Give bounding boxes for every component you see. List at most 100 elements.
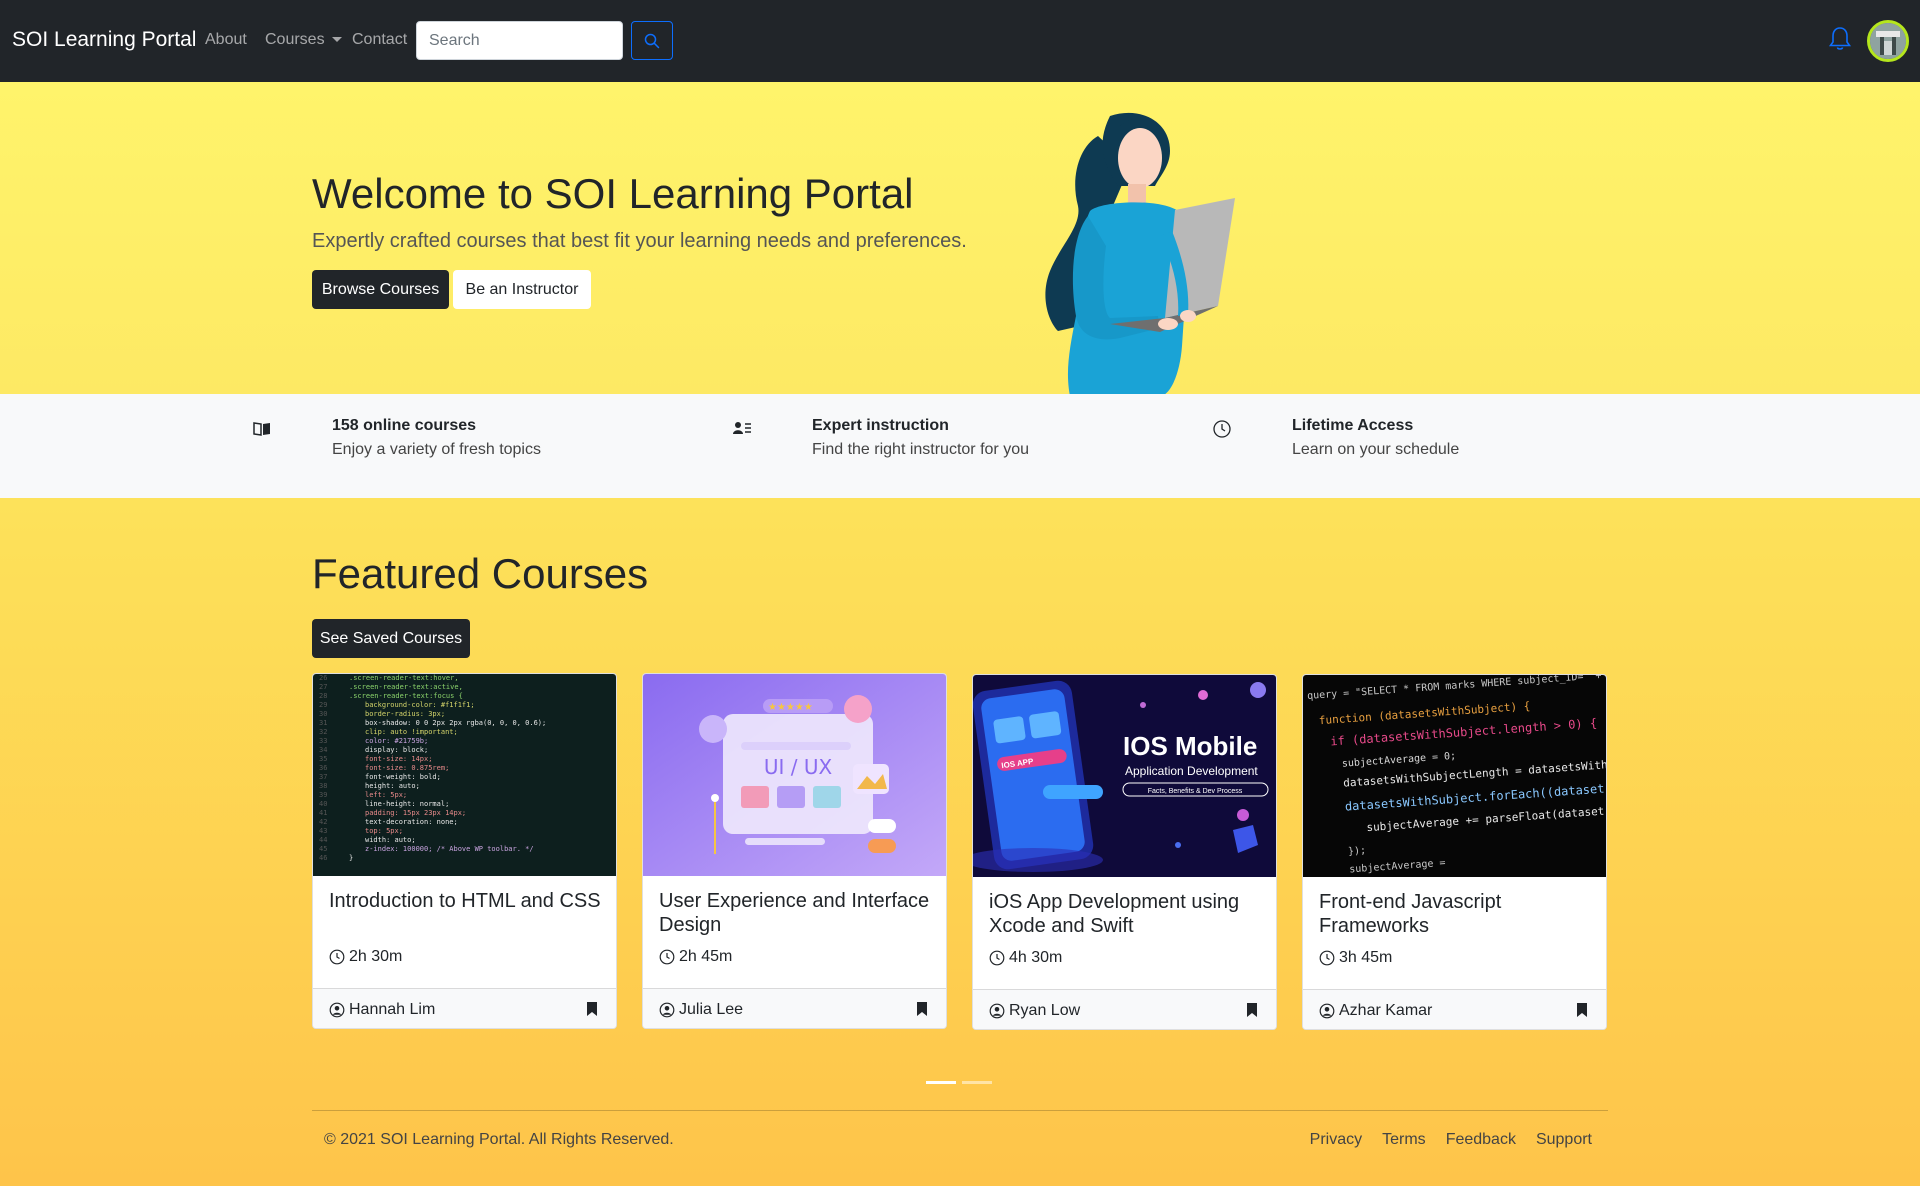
footer-links: Privacy Terms Feedback Support (1310, 1131, 1608, 1149)
course-thumbnail: 26 .screen-reader-text:hover, 27 .screen-r… (313, 674, 616, 876)
svg-text:width: auto;: width: auto; (365, 836, 416, 844)
svg-text:36: 36 (319, 764, 327, 772)
svg-text:font-weight: bold;: font-weight: bold; (365, 773, 441, 781)
avatar[interactable] (1867, 20, 1909, 62)
course-card[interactable]: IOS APP IOS Mobile Application Developme… (972, 674, 1277, 1030)
svg-text:27: 27 (319, 683, 327, 691)
clock-icon (1319, 950, 1335, 966)
svg-text:padding: 15px 23px 14px;: padding: 15px 23px 14px; (365, 809, 466, 817)
course-title[interactable]: User Experience and Interface Design (659, 889, 934, 937)
svg-text:box-shadow: 0 0 2px 2px rgba(0: box-shadow: 0 0 2px 2px rgba(0, 0, 0, 0.… (365, 719, 546, 727)
footer-link-privacy[interactable]: Privacy (1310, 1131, 1362, 1149)
feature-title: Lifetime Access (1292, 417, 1414, 434)
woman-laptop-illustration (1045, 112, 1235, 396)
card-footer: Hannah Lim (313, 988, 616, 1028)
course-card[interactable]: 26 .screen-reader-text:hover, 27 .screen-r… (312, 673, 617, 1029)
svg-text:font-size: 0.875rem;: font-size: 0.875rem; (365, 764, 449, 772)
svg-text:★★★★★: ★★★★★ (768, 702, 813, 713)
bell-icon[interactable] (1828, 26, 1852, 52)
thumb-text: UI / UX (764, 755, 833, 779)
be-instructor-button[interactable]: Be an Instructor (453, 270, 591, 309)
course-title[interactable]: Front-end Javascript Frameworks (1319, 890, 1594, 938)
svg-text:.screen-reader-text:focus {: .screen-reader-text:focus { (349, 692, 463, 700)
course-instructor: Julia Lee (659, 1001, 743, 1019)
feature-desc: Find the right instructor for you (812, 441, 1029, 458)
course-card[interactable]: query = "SELECT * FROM marks WHERE subje… (1302, 674, 1607, 1030)
brand-logo[interactable]: SOI Learning Portal (12, 28, 196, 52)
carousel-indicators (926, 1081, 992, 1084)
svg-text:});: }); (1348, 845, 1367, 857)
course-duration-text: 3h 45m (1339, 949, 1393, 966)
avatar-image (1870, 23, 1906, 59)
instructor-name: Julia Lee (679, 1000, 744, 1018)
footer-link-terms[interactable]: Terms (1382, 1131, 1426, 1149)
person-circle-icon (989, 1003, 1005, 1018)
course-duration: 4h 30m (989, 949, 1062, 967)
svg-text:font-size: 14px;: font-size: 14px; (365, 755, 432, 763)
svg-text:33: 33 (319, 737, 327, 745)
footer-link-feedback[interactable]: Feedback (1446, 1131, 1516, 1149)
svg-text:37: 37 (319, 773, 327, 781)
footer-link-support[interactable]: Support (1536, 1131, 1592, 1149)
clock-icon (659, 949, 675, 965)
feature-desc: Learn on your schedule (1292, 441, 1460, 458)
course-instructor: Hannah Lim (329, 1001, 435, 1019)
course-thumbnail: ★★★★★ UI / UX (643, 674, 946, 876)
course-card[interactable]: ★★★★★ UI / UX User Experience and Interf… (642, 673, 947, 1029)
svg-text:text-decoration: none;: text-decoration: none; (365, 818, 458, 826)
chevron-down-icon (331, 37, 342, 43)
course-instructor: Ryan Low (989, 1002, 1080, 1020)
svg-text:z-index: 100000; /* Above WP t: z-index: 100000; /* Above WP toolbar. */ (365, 845, 534, 853)
svg-text:height: auto;: height: auto; (365, 782, 420, 790)
card-footer: Julia Lee (643, 988, 946, 1028)
svg-text:.screen-reader-text:hover,: .screen-reader-text:hover, (349, 674, 459, 682)
search-button[interactable] (631, 21, 673, 60)
footer-divider (312, 1110, 1608, 1111)
svg-text:30: 30 (319, 710, 327, 718)
thumb-subtitle: Application Development (1125, 764, 1258, 778)
svg-text:background-color: #f1f1f1;: background-color: #f1f1f1; (365, 701, 475, 709)
features-strip: 158 online courses Enjoy a variety of fr… (0, 394, 1920, 498)
navbar: SOI Learning Portal About Courses Contac… (0, 0, 1920, 82)
search-icon (644, 33, 660, 48)
book-icon (253, 422, 270, 436)
nav-courses-label: Courses (265, 31, 325, 48)
svg-text:46: 46 (319, 854, 327, 862)
svg-text:32: 32 (319, 728, 327, 736)
svg-text:28: 28 (319, 692, 327, 700)
course-title[interactable]: Introduction to HTML and CSS (329, 889, 604, 913)
featured-title: Featured Courses (312, 550, 649, 597)
see-saved-courses-button[interactable]: See Saved Courses (312, 619, 470, 658)
course-duration: 3h 45m (1319, 949, 1392, 967)
hero-title: Welcome to SOI Learning Portal (312, 170, 914, 217)
carousel-indicator-1[interactable] (926, 1081, 956, 1084)
copyright-text: © 2021 SOI Learning Portal. All Rights R… (324, 1131, 674, 1148)
card-footer: Azhar Kamar (1303, 989, 1606, 1029)
browse-courses-button[interactable]: Browse Courses (312, 270, 449, 309)
course-thumbnail: query = "SELECT * FROM marks WHERE subje… (1303, 675, 1606, 877)
bookmark-icon[interactable] (1246, 1002, 1258, 1018)
svg-text:color: #21759b;: color: #21759b; (365, 737, 428, 745)
svg-text:top: 5px;: top: 5px; (365, 827, 403, 835)
carousel-indicator-2[interactable] (962, 1081, 992, 1084)
card-footer: Ryan Low (973, 989, 1276, 1029)
featured-section: Featured Courses See Saved Courses 26 .sc… (0, 498, 1920, 1186)
clock-icon (989, 950, 1005, 966)
nav-about[interactable]: About (205, 31, 247, 49)
bookmark-icon[interactable] (916, 1001, 928, 1017)
course-title[interactable]: iOS App Development using Xcode and Swif… (989, 890, 1264, 938)
search-input[interactable] (416, 21, 623, 60)
course-duration: 2h 45m (659, 948, 732, 966)
svg-text:31: 31 (319, 719, 327, 727)
hero-section: Welcome to SOI Learning Portal Expertly … (0, 82, 1920, 396)
svg-text:.screen-reader-text:active,: .screen-reader-text:active, (349, 683, 463, 691)
feature-title: 158 online courses (332, 417, 477, 434)
person-circle-icon (659, 1002, 675, 1017)
bookmark-icon[interactable] (586, 1001, 598, 1017)
nav-contact[interactable]: Contact (352, 31, 407, 49)
svg-text:26: 26 (319, 674, 327, 682)
bookmark-icon[interactable] (1576, 1002, 1588, 1018)
nav-courses-dropdown[interactable]: Courses (265, 31, 342, 49)
person-circle-icon (329, 1002, 345, 1017)
feature-desc: Enjoy a variety of fresh topics (332, 441, 541, 458)
